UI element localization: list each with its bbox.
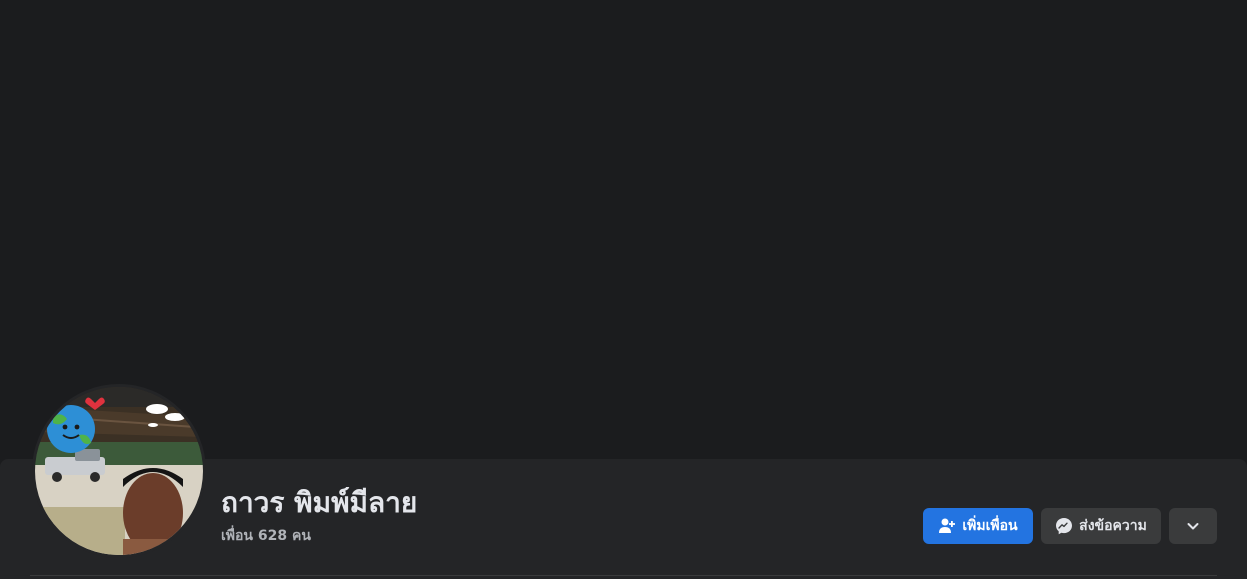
- add-friend-button[interactable]: เพิ่มเพื่อน: [923, 508, 1033, 544]
- profile-page: ถาวร พิมพ์มีลาย เพื่อน 628 คน เพิ่มเพื่อ…: [0, 0, 1247, 579]
- avatar-photo: [35, 387, 203, 555]
- message-label: ส่งข้อความ: [1079, 518, 1147, 534]
- add-friend-icon: [938, 517, 956, 535]
- header-divider: [30, 575, 1217, 576]
- messenger-icon: [1055, 517, 1073, 535]
- profile-name: ถาวร พิมพ์มีลาย: [221, 486, 418, 519]
- add-friend-label: เพิ่มเพื่อน: [962, 518, 1018, 534]
- chevron-down-icon: [1186, 519, 1200, 533]
- message-button[interactable]: ส่งข้อความ: [1041, 508, 1161, 544]
- more-options-button[interactable]: [1169, 508, 1217, 544]
- friends-count[interactable]: เพื่อน 628 คน: [221, 525, 311, 547]
- cover-photo-area[interactable]: [0, 0, 1247, 459]
- profile-avatar[interactable]: [32, 384, 206, 558]
